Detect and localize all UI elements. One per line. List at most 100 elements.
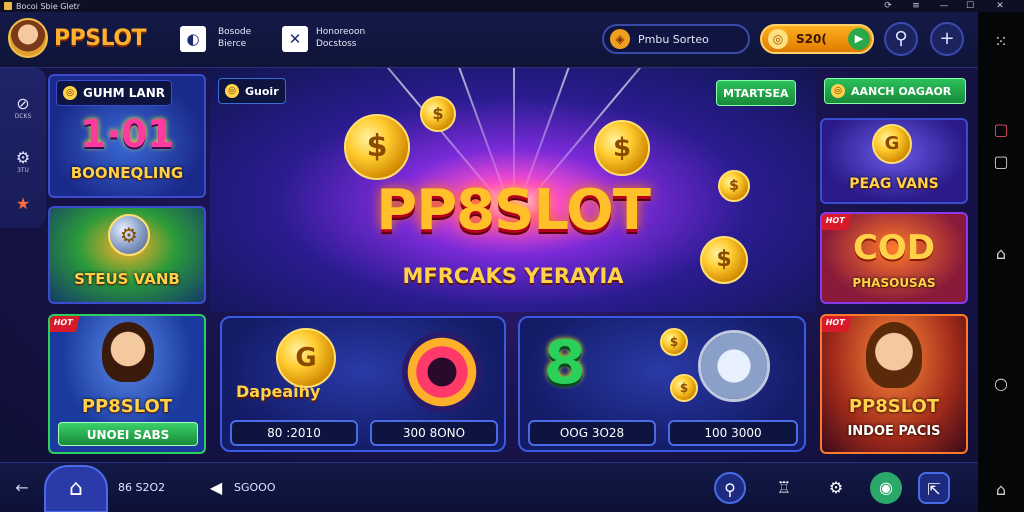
header-link-1[interactable]: Bosode Bierce [218, 26, 251, 50]
sidebar-item-settings-icon: ⚙ [15, 148, 31, 167]
sidebar-item-deposit[interactable]: ⊘ DCKS [0, 94, 46, 120]
right-tag-label: AANCH OAGAOR [851, 84, 952, 98]
circle-home-icon[interactable]: ○ [978, 374, 1024, 393]
play-icon[interactable]: ▶ [848, 28, 870, 50]
promo-search[interactable]: ◈ Pmbu Sorteo [602, 24, 750, 54]
card-title: BOONEQLING [70, 164, 184, 182]
card-title: PP8SLOT [848, 396, 940, 417]
hot-badge: HOT [50, 316, 80, 332]
sidebar-item-label: DCKS [14, 113, 32, 120]
wheel-art [402, 332, 482, 412]
hero-banner[interactable]: ◎ Guoir MTARTSEA $ $ $ $ $ PP8SLOT MFRCA… [210, 68, 816, 312]
card-art-digits: 1·01 [80, 112, 174, 156]
balance-value: S20( [796, 32, 827, 46]
coin-icon: $ [420, 96, 456, 132]
hero-tag-right-label: MTARTSEA [723, 86, 789, 100]
tag-coin-icon: ◎ [225, 84, 239, 98]
square-outline-icon[interactable]: ▢ [978, 120, 1024, 139]
game-tile-pill[interactable]: OOG 3O28 [528, 420, 656, 446]
character-art [866, 322, 922, 388]
character-art [102, 322, 154, 382]
game-tile-group-2[interactable]: 8 $ $ OOG 3O28 100 3000 [518, 316, 806, 452]
close-button[interactable]: ✕ [988, 0, 1012, 12]
app-icon [4, 2, 12, 10]
header-link-2[interactable]: Honoreoon Docstoss [316, 26, 365, 50]
tag-coin-icon: ◎ [831, 84, 845, 98]
hero-tag-left-label: Guoir [245, 84, 279, 98]
dial-art [698, 330, 770, 402]
header-link-1-line2: Bierce [218, 39, 247, 49]
coin-icon: $ [660, 328, 688, 356]
top-header: PPSLOT ◐ Bosode Bierce ✕ Honoreoon Docst… [0, 12, 978, 68]
play-now-button[interactable]: UNOEI SABS [58, 422, 198, 446]
recent-apps-icon[interactable]: ▢ [978, 152, 1024, 171]
share-icon[interactable]: ⚲ [884, 22, 918, 56]
bottom-action-label[interactable]: SGOOO [234, 481, 275, 494]
bottom-count: 86 S2O2 [118, 481, 166, 494]
window-title: Bocoi Sbie Gletr [16, 1, 81, 11]
hero-title: PP8SLOT [376, 178, 651, 243]
avatar[interactable] [8, 18, 48, 58]
settings-gear-icon[interactable]: ⚙ [820, 472, 852, 504]
game-card-phasousas[interactable]: HOT COD PHASOUSAS [820, 212, 968, 304]
hero-tag-right[interactable]: MTARTSEA [716, 80, 796, 106]
coin-icon: $ [670, 374, 698, 402]
coin-icon: G [276, 328, 336, 388]
card-subtitle: INDOE PACIS [847, 424, 941, 439]
game-card-steus-vanb[interactable]: ⚙ STEUS VANB [48, 206, 206, 304]
maximize-button[interactable]: ☐ [958, 0, 982, 12]
header-link-2-line1: Honoreoon [316, 27, 366, 37]
balance-pill[interactable]: ◎ S20( ▶ [760, 24, 874, 54]
right-tag[interactable]: ◎ AANCH OAGAOR [824, 78, 966, 104]
android-nav-strip: ⁙ ▢ ▢ ⌂ ○ ⌂ [978, 12, 1024, 512]
sidebar-item-deposit-icon: ⊘ [16, 94, 30, 113]
back-arrow-icon[interactable]: ← [6, 472, 38, 504]
card-title: PP8SLOT [81, 396, 173, 417]
game-tile-pill[interactable]: 300 8ONO [370, 420, 498, 446]
window-titlebar: Bocoi Sbie Gletr ⟳ ≡ — ☐ ✕ [0, 0, 1024, 12]
sidebar-item-favorites[interactable]: ★ [0, 194, 46, 213]
home-button[interactable]: ⌂ [44, 465, 108, 512]
sidebar-item-settings[interactable]: ⚙ 3TU [0, 148, 46, 174]
profile-icon[interactable]: ⚲ [714, 472, 746, 504]
promo-label: Pmbu Sorteo [638, 32, 709, 46]
x-icon[interactable]: ✕ [282, 26, 308, 52]
tag-coin-icon: ◎ [63, 86, 77, 100]
refresh-icon[interactable]: ⟳ [876, 0, 900, 12]
game-card-pp8slot[interactable]: HOT PP8SLOT UNOEI SABS [48, 314, 206, 454]
trophy-icon[interactable]: ♖ [768, 472, 800, 504]
menu-icon[interactable]: ≡ [904, 0, 928, 12]
game-card-boonegling[interactable]: ◎ GUHM LANR 1·01 BOONEQLING [48, 74, 206, 198]
promo-icon: ◈ [610, 29, 630, 49]
sidebar-item-label: 3TU [17, 167, 29, 174]
game-tile-group-1[interactable]: G Dapeaihy 80 :2010 300 8ONO [220, 316, 506, 452]
coin-icon: $ [344, 114, 410, 180]
game-tile-pill[interactable]: 80 :2010 [230, 420, 358, 446]
card-title: PEAG VANS [849, 176, 939, 192]
header-link-1-line1: Bosode [218, 27, 252, 37]
house-icon[interactable]: ⌂ [978, 480, 1024, 499]
card-title: PHASOUSAS [852, 276, 936, 290]
game-name: Dapeaihy [236, 382, 321, 401]
card-tag-label: GUHM LANR [83, 86, 165, 100]
sidebar-item-favorites-icon: ★ [15, 194, 31, 213]
add-button[interactable]: + [930, 22, 964, 56]
minimize-button[interactable]: — [932, 0, 956, 12]
more-options-icon[interactable]: ⁙ [978, 32, 1024, 51]
game-card-peag-vans[interactable]: G PEAG VANS [820, 118, 968, 204]
exit-icon[interactable]: ⇱ [918, 472, 950, 504]
game-art-digit: 8 [544, 328, 586, 398]
game-card-pp8slot-right[interactable]: HOT PP8SLOT INDOE PACIS [820, 314, 968, 454]
brand-logo[interactable]: PPSLOT [54, 26, 147, 51]
hero-tag-left[interactable]: ◎ Guoir [218, 78, 286, 104]
header-link-2-line2: Docstoss [316, 39, 357, 49]
card-tag: ◎ GUHM LANR [56, 80, 172, 106]
megaphone-icon[interactable]: ◀ [200, 472, 232, 504]
card-title: STEUS VANB [74, 270, 180, 288]
home-outline-icon[interactable]: ⌂ [978, 244, 1024, 263]
hot-badge: HOT [822, 316, 852, 332]
game-controller-icon[interactable]: ◉ [870, 472, 902, 504]
game-tile-pill[interactable]: 100 3000 [668, 420, 798, 446]
support-icon[interactable]: ◐ [180, 26, 206, 52]
coin-icon: G [872, 124, 912, 164]
